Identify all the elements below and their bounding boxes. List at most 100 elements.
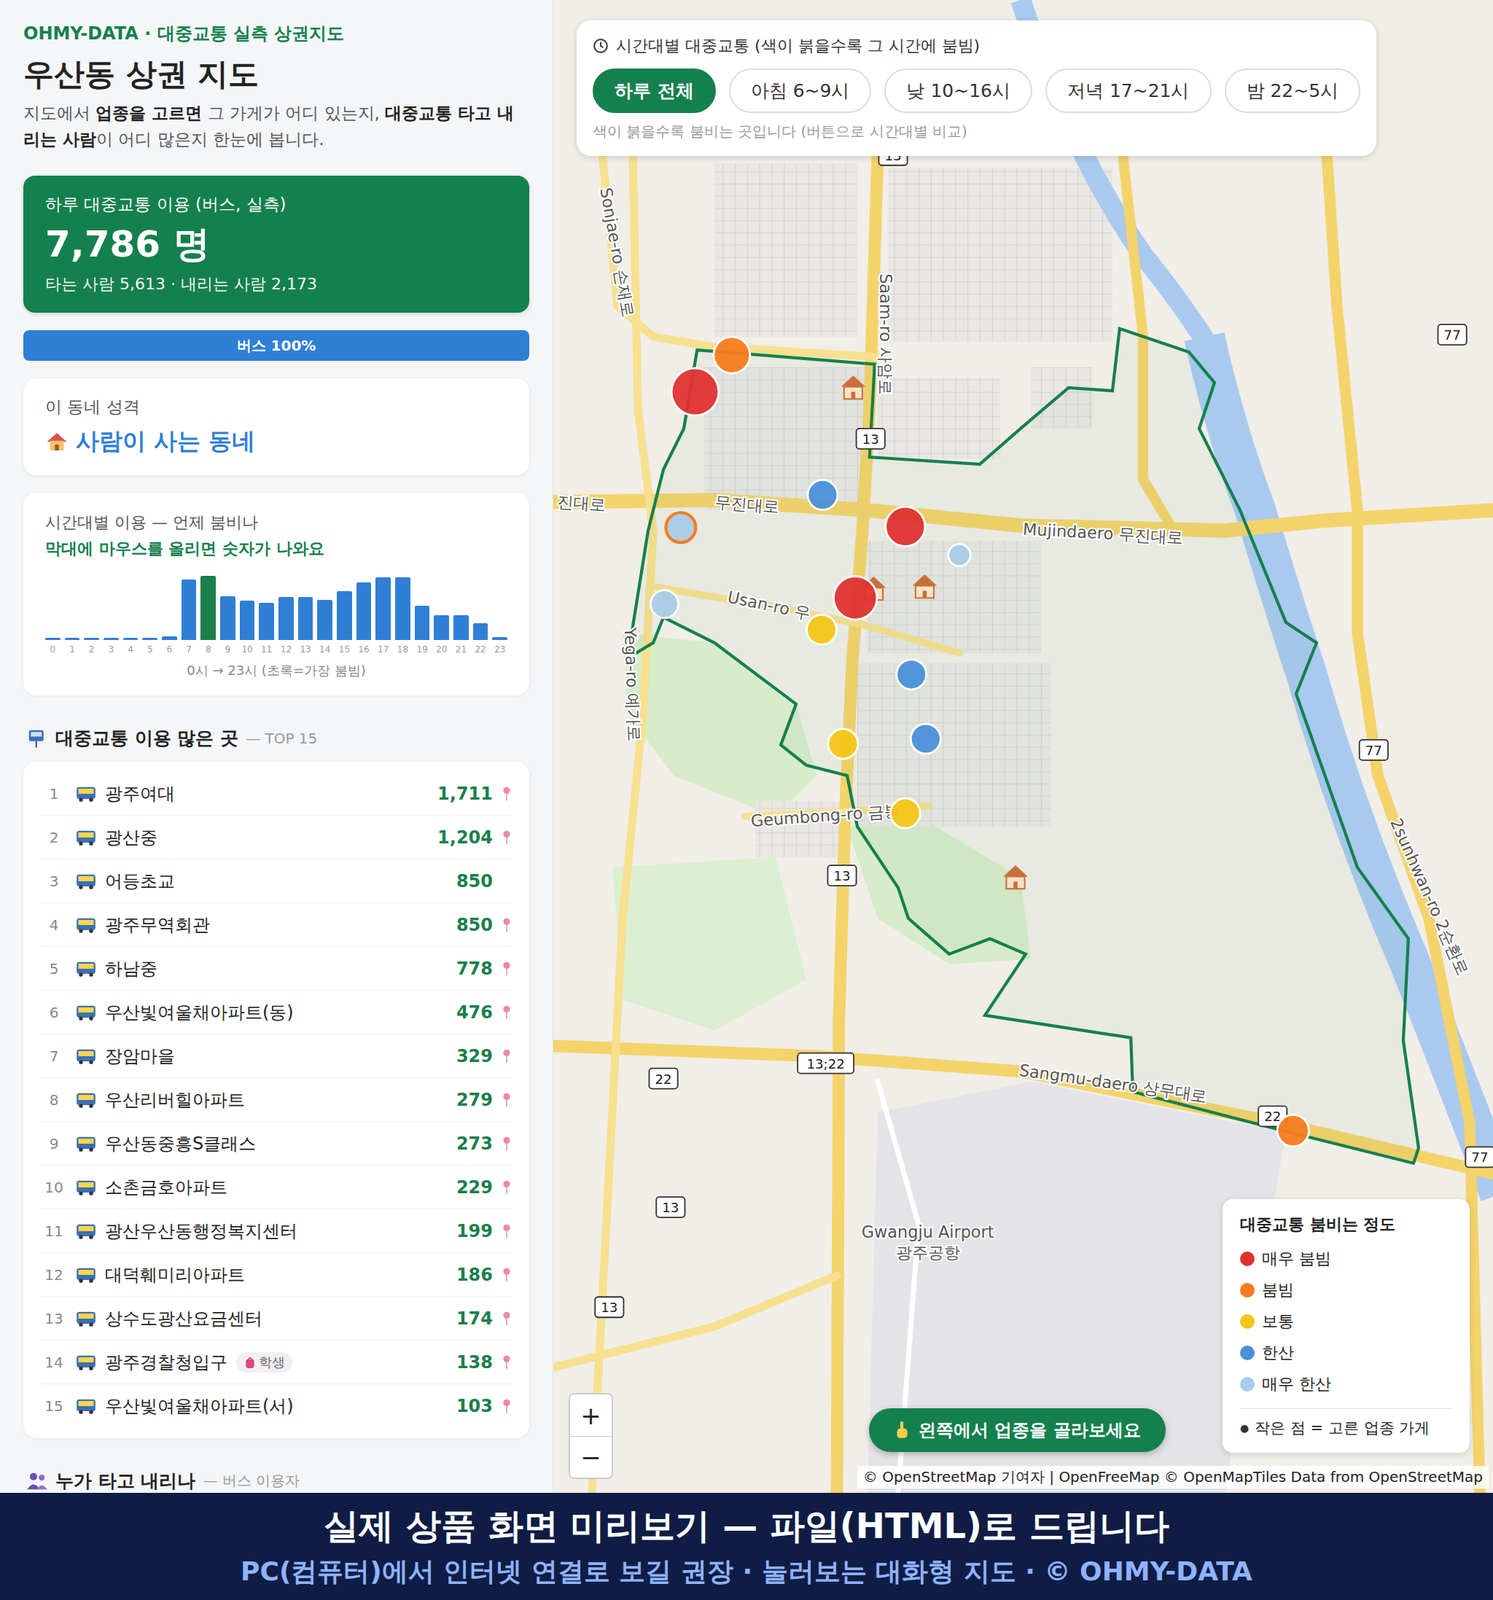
pin-icon[interactable] (501, 785, 512, 802)
stop-row[interactable]: 9우산동중흥S클래스273 (40, 1121, 512, 1166)
stop-row[interactable]: 7장암마을329 (40, 1034, 512, 1079)
bar-column[interactable] (64, 572, 81, 641)
chart-bar[interactable] (298, 597, 314, 641)
stop-marker[interactable] (910, 723, 941, 754)
bar-column[interactable] (414, 572, 431, 641)
stop-row[interactable]: 2광산중1,204 (40, 815, 512, 860)
stop-row[interactable]: 5하남중778 (40, 946, 512, 991)
chart-bar[interactable] (239, 600, 256, 641)
bar-column[interactable] (298, 572, 314, 641)
bar-column[interactable] (220, 572, 236, 641)
chart-bar[interactable] (142, 637, 158, 641)
time-button[interactable]: 하루 전체 (592, 68, 716, 113)
bar-column[interactable] (258, 572, 275, 641)
chart-bar[interactable] (103, 637, 119, 641)
bar-column[interactable] (83, 572, 100, 641)
pick-hint-button[interactable]: 왼쪽에서 업종을 골라보세요 (868, 1408, 1166, 1453)
pin-icon[interactable] (501, 1223, 512, 1240)
bar-column[interactable] (336, 572, 353, 641)
chart-bar[interactable] (64, 637, 81, 641)
bar-column[interactable] (356, 572, 372, 641)
pin-icon[interactable] (501, 1179, 512, 1196)
bar-column[interactable] (161, 572, 178, 641)
pin-icon[interactable] (501, 960, 512, 977)
pin-icon[interactable] (501, 1004, 512, 1021)
pin-icon[interactable] (501, 1398, 512, 1415)
chart-bar[interactable] (45, 637, 61, 641)
stop-row[interactable]: 10소촌금호아파트229 (40, 1165, 512, 1210)
bar-column[interactable] (317, 572, 333, 641)
bar-column[interactable] (473, 572, 489, 641)
bar-column[interactable] (123, 572, 139, 641)
chart-bar[interactable] (414, 605, 431, 641)
chart-bar[interactable] (123, 637, 139, 641)
stop-marker[interactable] (650, 590, 678, 619)
stop-marker[interactable] (665, 512, 696, 543)
stop-row[interactable]: 11광산우산동행정복지센터199 (40, 1209, 512, 1254)
pin-icon[interactable] (501, 1092, 512, 1109)
stop-row[interactable]: 14광주경찰청입구학생138 (40, 1340, 512, 1385)
zoom-button[interactable]: + (570, 1394, 612, 1437)
time-button[interactable]: 낮 10~16시 (884, 68, 1033, 113)
bar-column[interactable] (395, 572, 411, 641)
sidebar[interactable]: OHMY-DATA · 대중교통 실측 상권지도우산동 상권 지도지도에서 업종… (0, 0, 554, 1493)
chart-bar[interactable] (83, 637, 100, 641)
stop-row[interactable]: 13상수도광산요금센터174 (40, 1296, 512, 1341)
bar-column[interactable] (278, 572, 294, 641)
map[interactable]: Sonjae-ro 손재로Saam-ro 사암로진대로무진대로Mujindaer… (553, 0, 1493, 1493)
zoom-button[interactable]: − (570, 1436, 612, 1478)
bar-column[interactable] (453, 572, 469, 641)
stop-marker[interactable] (948, 543, 971, 566)
chart-bar[interactable] (258, 602, 275, 641)
bar-column[interactable] (103, 572, 119, 641)
chart-bar[interactable] (453, 615, 469, 641)
chart-bar[interactable] (395, 577, 411, 641)
time-button[interactable]: 저녁 17~21시 (1045, 68, 1212, 113)
pin-icon[interactable] (501, 1354, 512, 1371)
pin-icon[interactable] (501, 1135, 512, 1152)
stop-row[interactable]: 6우산빛여울채아파트(동)476 (40, 990, 512, 1035)
time-button[interactable]: 아침 6~9시 (729, 68, 872, 113)
stop-row[interactable]: 8우산리버힐아파트279 (40, 1078, 512, 1122)
pin-icon[interactable] (501, 917, 512, 934)
stop-marker[interactable] (671, 368, 719, 416)
bar-column[interactable] (142, 572, 158, 641)
chart-bar[interactable] (375, 577, 391, 641)
bar-column[interactable] (239, 572, 256, 641)
chart-bar[interactable] (433, 615, 450, 641)
stop-marker[interactable] (833, 576, 877, 621)
bar-column[interactable] (433, 572, 450, 641)
chart-bar[interactable] (278, 597, 294, 641)
time-button[interactable]: 밤 22~5시 (1224, 68, 1362, 113)
hourly-chart[interactable]: 시간대별 이용 — 언제 붐비나막대에 마우스를 올리면 숫자가 나와요0123… (23, 492, 530, 696)
chart-bar[interactable] (200, 575, 216, 641)
stop-marker[interactable] (807, 614, 837, 645)
stop-row[interactable]: 3어등초교850 (40, 859, 512, 904)
stop-marker[interactable] (896, 659, 927, 690)
bar-column[interactable] (492, 572, 508, 641)
pin-icon[interactable] (501, 1048, 512, 1065)
stop-marker[interactable] (1277, 1114, 1309, 1146)
chart-bar[interactable] (492, 637, 508, 641)
pin-icon[interactable] (501, 829, 512, 846)
chart-bar[interactable] (161, 636, 178, 641)
stop-row[interactable]: 4광주무역회관850 (40, 903, 512, 947)
stop-row[interactable]: 1광주여대1,711 (40, 772, 512, 816)
stop-marker[interactable] (828, 729, 859, 759)
pin-icon[interactable] (501, 1310, 512, 1327)
stop-row[interactable]: 12대덕훼미리아파트186 (40, 1253, 512, 1297)
chart-bar[interactable] (356, 582, 372, 641)
chart-bar[interactable] (181, 579, 197, 641)
bar-column[interactable] (181, 572, 197, 641)
chart-bar[interactable] (336, 591, 353, 641)
pin-icon[interactable] (501, 1267, 512, 1284)
stop-marker[interactable] (885, 506, 926, 547)
chart-bar[interactable] (317, 599, 333, 641)
stop-marker[interactable] (890, 798, 921, 829)
chart-bar[interactable] (473, 623, 489, 641)
stop-marker[interactable] (713, 336, 751, 374)
stop-marker[interactable] (807, 479, 838, 510)
bar-column[interactable] (45, 572, 61, 641)
bar-column[interactable] (375, 572, 391, 641)
stop-row[interactable]: 15우산빛여울채아파트(서)103 (40, 1384, 512, 1429)
